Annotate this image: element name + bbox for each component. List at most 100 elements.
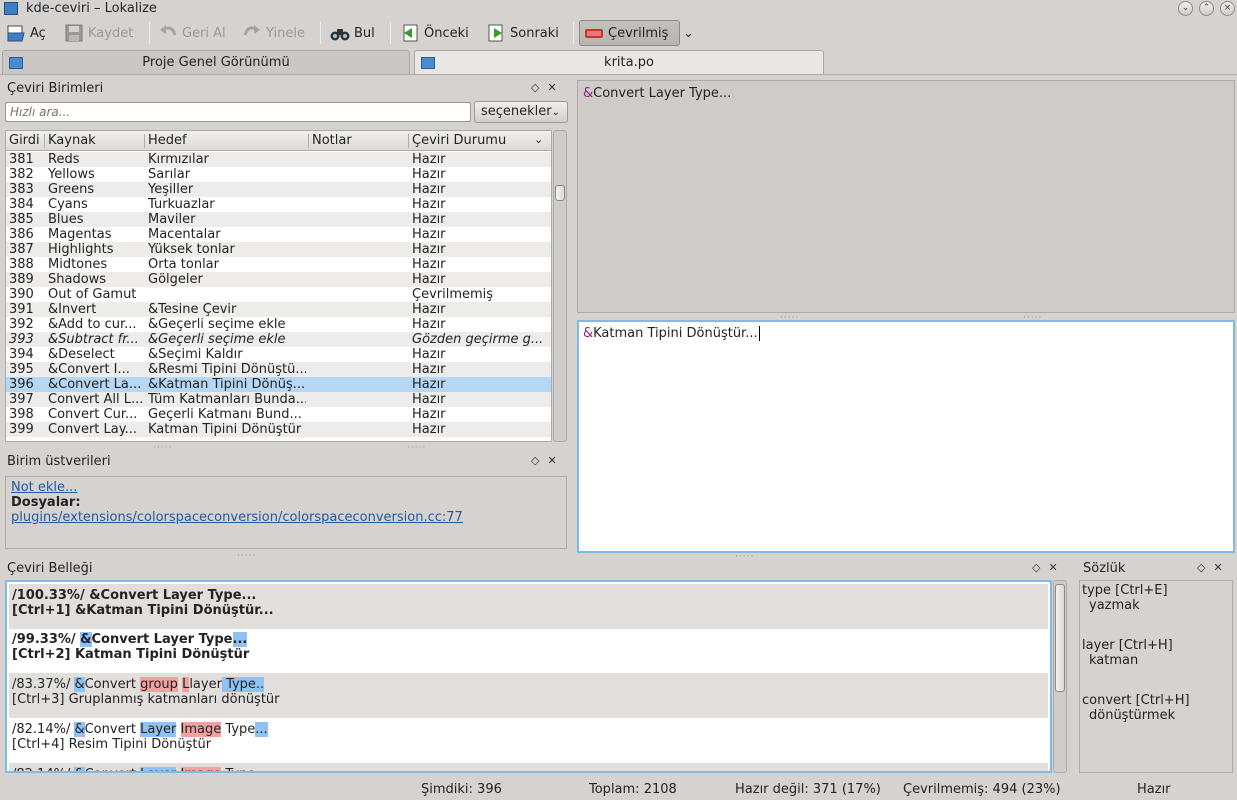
column-header-entry[interactable]: Girdi	[9, 133, 40, 148]
table-row[interactable]: 384 Cyans Turkuazlar Hazır	[6, 197, 551, 212]
file-path-link[interactable]: plugins/extensions/colorspaceconversion/…	[11, 510, 561, 525]
save-button[interactable]: Kaydet	[60, 20, 137, 46]
cell-target: &Seçimi Kaldır	[148, 347, 243, 362]
translated-toggle-button[interactable]: Çevrilmiş	[579, 20, 680, 46]
options-button[interactable]: seçenekler⌄	[474, 101, 568, 123]
tm-entry[interactable]: /82.14%/ &Convert Layer Image Type... [C…	[9, 718, 1048, 763]
cell-target: Maviler	[148, 212, 196, 227]
translated-dropdown-button[interactable]: ⌄	[680, 20, 697, 46]
cell-id: 383	[9, 182, 34, 197]
tm-entry[interactable]: /99.33%/ &Convert Layer Type... [Ctrl+2]…	[9, 628, 1048, 673]
chevron-down-icon[interactable]: ⌄	[534, 133, 543, 146]
glossary-list[interactable]: type [Ctrl+E] yazmak layer [Ctrl+H] katm…	[1079, 580, 1233, 773]
table-row[interactable]: 394 &Deselect &Seçimi Kaldır Hazır	[6, 347, 551, 362]
tm-entry[interactable]: /100.33%/ &Convert Layer Type... [Ctrl+1…	[9, 584, 1048, 629]
tm-scrollbar[interactable]	[1053, 580, 1067, 773]
close-window-icon[interactable]: ×	[1220, 1, 1235, 16]
cell-source: Out of Gamut	[48, 287, 137, 302]
minimize-icon[interactable]: ⌄	[1178, 1, 1193, 16]
table-row[interactable]: 387 Highlights Yüksek tonlar Hazır	[6, 242, 551, 257]
table-row[interactable]: 382 Yellows Sarılar Hazır	[6, 167, 551, 182]
cell-status: Hazır	[412, 347, 446, 362]
tm-entry[interactable]: /82.14%/ &Convert Layer Image Type...	[9, 763, 1048, 771]
table-row[interactable]: 391 &Invert &Tesine Çevir Hazır	[6, 302, 551, 317]
scroll-thumb[interactable]	[1055, 584, 1065, 692]
splitter-grip[interactable]: ·····	[407, 443, 426, 453]
units-table[interactable]: Girdi Kaynak Hedef Notlar Çeviri Durumu …	[5, 130, 552, 442]
splitter-grip[interactable]: ·····	[153, 443, 172, 453]
float-icon[interactable]: ◇	[1032, 561, 1040, 574]
tm-panel-buttons: ◇ ✕	[1032, 561, 1058, 574]
table-row[interactable]: 393 &Subtract fr... &Geçerli seçime ekle Gö…	[6, 332, 551, 347]
float-icon[interactable]: ◇	[531, 454, 539, 467]
cell-id: 396	[9, 377, 34, 392]
column-header-target[interactable]: Hedef	[148, 133, 187, 148]
splitter-grip[interactable]: ·····	[735, 552, 754, 562]
scroll-thumb[interactable]	[555, 185, 565, 201]
add-note-link[interactable]: Not ekle...	[11, 480, 561, 495]
glossary-entry[interactable]: layer [Ctrl+H] katman	[1082, 638, 1230, 693]
column-header-notes[interactable]: Notlar	[312, 133, 352, 148]
close-icon[interactable]: ✕	[547, 81, 556, 94]
cell-status: Hazır	[412, 152, 446, 167]
previous-button[interactable]: Önceki	[396, 20, 473, 46]
undo-button[interactable]: Geri Al	[154, 20, 230, 46]
tm-source: /99.33%/ &Convert Layer Type...	[12, 632, 248, 647]
tab-project-overview[interactable]: Proje Genel Görünümü	[2, 50, 410, 74]
open-button[interactable]: Aç	[2, 20, 50, 46]
redo-button[interactable]: Yinele	[238, 20, 309, 46]
cell-source: &Convert La...	[48, 377, 142, 392]
quick-search-input[interactable]	[5, 102, 471, 122]
files-label: Dosyalar:	[11, 495, 81, 510]
cell-target: Kırmızılar	[148, 152, 209, 167]
cell-source: Highlights	[48, 242, 114, 257]
toolbar-separator	[320, 22, 321, 44]
cell-source: Magentas	[48, 227, 112, 242]
table-row[interactable]: 389 Shadows Gölgeler Hazır	[6, 272, 551, 287]
cell-target: Yeşiller	[148, 182, 194, 197]
units-scrollbar[interactable]	[553, 130, 567, 442]
table-row[interactable]: 381 Reds Kırmızılar Hazır	[6, 152, 551, 167]
cell-source: &Subtract fr...	[48, 332, 139, 347]
next-button[interactable]: Sonraki	[482, 20, 563, 46]
maximize-icon[interactable]: ⌃	[1199, 1, 1214, 16]
splitter-grip[interactable]: ·····	[237, 551, 256, 561]
open-file-icon	[6, 23, 26, 43]
glossary-entry[interactable]: convert [Ctrl+H] dönüştürmek	[1082, 693, 1230, 723]
table-row[interactable]: 399 Convert Lay... Katman Tipini Dönüştür H…	[6, 422, 551, 437]
cell-source: Shadows	[48, 272, 107, 287]
tab-divider	[0, 74, 1237, 75]
translation-memory-list[interactable]: /100.33%/ &Convert Layer Type... [Ctrl+1…	[5, 580, 1052, 773]
table-row[interactable]: 396 &Convert La... &Katman Tipini Dönüş...…	[6, 377, 551, 392]
table-row[interactable]: 392 &Add to cur... &Geçerli seçime ekle Haz…	[6, 317, 551, 332]
table-row[interactable]: 388 Midtones Orta tonlar Hazır	[6, 257, 551, 272]
table-row[interactable]: 397 Convert All L... Tüm Katmanları Bunda.…	[6, 392, 551, 407]
column-header-source[interactable]: Kaynak	[48, 133, 96, 148]
tab-krita-po[interactable]: krita.po	[414, 50, 824, 74]
cell-source: Blues	[48, 212, 84, 227]
close-icon[interactable]: ✕	[1048, 561, 1057, 574]
source-text-view[interactable]: &Convert Layer Type...	[577, 80, 1235, 313]
table-row[interactable]: 383 Greens Yeşiller Hazır	[6, 182, 551, 197]
glossary-panel-buttons: ◇ ✕	[1197, 561, 1223, 574]
close-icon[interactable]: ✕	[1213, 561, 1222, 574]
tm-entry[interactable]: /83.37%/ &Convert group Llayer Type.. [C…	[9, 673, 1048, 718]
glossary-entry[interactable]: type [Ctrl+E] yazmak	[1082, 583, 1230, 638]
table-row[interactable]: 390 Out of Gamut Çevrilmemiş	[6, 287, 551, 302]
cell-status: Hazır	[412, 302, 446, 317]
target-text-editor[interactable]: &Katman Tipini Dönüştür...	[577, 320, 1235, 553]
table-row[interactable]: 385 Blues Maviler Hazır	[6, 212, 551, 227]
find-button[interactable]: Bul	[326, 20, 379, 46]
table-row[interactable]: 395 &Convert I... &Resmi Tipini Dönüştü...…	[6, 362, 551, 377]
status-total: Toplam: 2108	[589, 782, 677, 797]
chevron-down-icon: ⌄	[551, 107, 561, 118]
close-icon[interactable]: ✕	[547, 454, 556, 467]
float-icon[interactable]: ◇	[1197, 561, 1205, 574]
column-header-status[interactable]: Çeviri Durumu	[412, 133, 506, 148]
cell-source: Convert All L...	[48, 392, 142, 407]
table-row[interactable]: 386 Magentas Macentalar Hazır	[6, 227, 551, 242]
approved-stamp-icon	[584, 23, 604, 43]
float-icon[interactable]: ◇	[531, 81, 539, 94]
table-row[interactable]: 398 Convert Cur... Geçerli Katmanı Bund...…	[6, 407, 551, 422]
cell-source: &Deselect	[48, 347, 115, 362]
